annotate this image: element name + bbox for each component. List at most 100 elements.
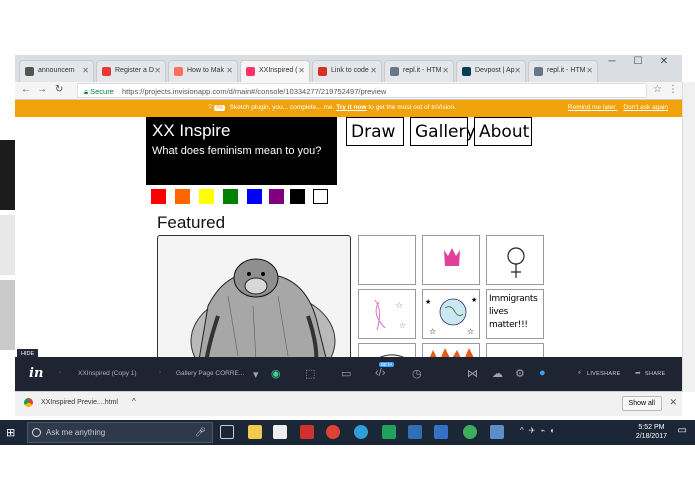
close-tab-icon[interactable]: ✕ <box>442 66 449 75</box>
gallery-thumbnail[interactable]: Immigrants lives matter!!! <box>486 289 544 339</box>
featured-gorilla-drawing[interactable] <box>157 235 351 357</box>
vertical-scrollbar[interactable] <box>682 82 695 392</box>
build-mode-icon[interactable]: ⬚ <box>305 367 315 380</box>
tab-label: Register a D <box>115 67 154 74</box>
preview-eye-icon[interactable]: ◉ <box>271 367 281 380</box>
browser-tab-active[interactable]: XXInspired ( ✕ <box>240 60 310 82</box>
color-swatch-white[interactable] <box>313 189 328 204</box>
chevron-up-icon[interactable]: ^ <box>132 397 136 406</box>
color-swatch-black[interactable] <box>290 189 305 204</box>
gallery-thumbnail[interactable]: ☆ ☆ ★ ★ <box>422 289 480 339</box>
left-edge-background <box>0 215 15 275</box>
browser-tab[interactable]: repl.it - HTM ✕ <box>528 60 598 82</box>
liveshare-button[interactable]: LIVESHARE <box>587 371 621 377</box>
browser-tab[interactable]: How to Mak ✕ <box>168 60 238 82</box>
status-dot-icon[interactable]: ● <box>539 367 546 379</box>
remind-later-link[interactable]: Remind me later <box>568 104 616 111</box>
store-icon[interactable] <box>273 425 287 439</box>
gallery-thumbnail[interactable] <box>422 343 480 357</box>
gallery-thumbnail[interactable] <box>486 235 544 285</box>
inspect-code-icon[interactable]: ‹/› <box>375 367 385 379</box>
browser-tab[interactable]: Link to code ✕ <box>312 60 382 82</box>
close-tab-icon[interactable]: ✕ <box>82 66 89 75</box>
nav-about-link[interactable]: About <box>474 117 532 146</box>
page-breadcrumb[interactable]: Gallery Page CORRE... <box>176 370 244 377</box>
back-arrow-icon[interactable]: ← <box>21 84 31 95</box>
settings-gear-icon[interactable]: ⚙ <box>515 367 525 380</box>
close-tab-icon[interactable]: ✕ <box>298 66 305 75</box>
history-icon[interactable]: ◷ <box>412 367 422 380</box>
taskbar-app-icon[interactable] <box>382 425 396 439</box>
browser-tab-bar: announcem ✕ Register a D ✕ How to Mak ✕ … <box>15 55 682 82</box>
close-tab-icon[interactable]: ✕ <box>226 66 233 75</box>
url-input[interactable]: 🔒︎ Secure https://projects.invisionapp.c… <box>77 83 647 98</box>
taskbar-app-icon[interactable] <box>463 425 477 439</box>
color-swatch-blue[interactable] <box>247 189 262 204</box>
task-view-icon[interactable] <box>220 425 234 439</box>
ribbon-stars-drawing: ☆☆ <box>374 299 406 331</box>
taskbar-app-icon[interactable] <box>434 425 448 439</box>
color-swatch-orange[interactable] <box>175 189 190 204</box>
svg-text:☆: ☆ <box>429 327 436 336</box>
prototype-canvas: XX Inspire What does feminism mean to yo… <box>15 117 682 357</box>
browser-tab[interactable]: repl.it - HTM ✕ <box>384 60 454 82</box>
cortana-circle-icon <box>32 428 41 437</box>
clock[interactable]: 5:52 PM 2/18/2017 <box>636 423 667 441</box>
nav-gallery-link[interactable]: Gallery <box>410 117 476 146</box>
share-nodes-icon[interactable]: ⋈ <box>467 367 478 380</box>
gallery-thumbnail[interactable] <box>422 235 480 285</box>
dont-ask-again-link[interactable]: Don't ask again <box>623 104 668 111</box>
gallery-thumbnail[interactable] <box>358 235 416 285</box>
file-explorer-icon[interactable] <box>248 425 262 439</box>
chevron-down-icon[interactable]: ▾ <box>253 368 259 381</box>
show-all-button[interactable]: Show all <box>621 396 662 411</box>
secure-label: Secure <box>90 87 114 96</box>
windows-start-icon[interactable]: ⊞ <box>6 426 15 439</box>
close-shelf-icon[interactable]: ✕ <box>669 397 677 408</box>
banner-text: Sketch plugin, you... complete... me. <box>229 104 335 111</box>
share-button[interactable]: SHARE <box>645 371 665 377</box>
color-swatch-red[interactable] <box>151 189 166 204</box>
site-subtitle: What does feminism mean to you? <box>152 145 322 157</box>
color-swatch-green[interactable] <box>223 189 238 204</box>
download-item[interactable]: XXInspired Previe....html ^ <box>24 397 136 407</box>
browser-tab[interactable]: Register a D ✕ <box>96 60 166 82</box>
system-tray-icons[interactable]: ^✈⌁◐ <box>520 426 560 435</box>
maximize-icon[interactable]: ☐ <box>625 56 651 67</box>
nav-draw-link[interactable]: Draw <box>346 117 404 146</box>
gallery-thumbnail[interactable] <box>486 343 544 357</box>
bookmark-star-icon[interactable]: ☆ <box>653 84 662 95</box>
photos-icon[interactable] <box>490 425 504 439</box>
office-icon[interactable] <box>300 425 314 439</box>
taskbar-app-icon[interactable] <box>408 425 422 439</box>
menu-dots-icon[interactable]: ⋮ <box>668 84 678 95</box>
gallery-thumbnail[interactable]: ☆ ☆ <box>358 289 416 339</box>
color-swatch-yellow[interactable] <box>199 189 214 204</box>
beta-badge: BETA <box>379 362 395 367</box>
close-tab-icon[interactable]: ✕ <box>154 66 161 75</box>
browser-tab[interactable]: Devpost | Ap ✕ <box>456 60 526 82</box>
reload-icon[interactable]: ↻ <box>55 84 63 95</box>
tab-favicon-icon <box>318 67 327 76</box>
comment-icon[interactable]: ▭ <box>341 367 351 380</box>
microphone-icon[interactable]: 🎤︎ <box>195 427 206 438</box>
close-tab-icon[interactable]: ✕ <box>514 66 521 75</box>
project-breadcrumb[interactable]: XXInspired (Copy 1) <box>78 370 137 377</box>
cloud-icon[interactable]: ☁ <box>492 367 503 380</box>
forward-arrow-icon[interactable]: → <box>37 84 47 95</box>
close-tab-icon[interactable]: ✕ <box>370 66 377 75</box>
cortana-search-box[interactable]: Ask me anything 🎤︎ <box>27 422 213 443</box>
invision-toolbar: in › XXInspired (Copy 1) › Gallery Page … <box>15 357 682 391</box>
svg-text:☆: ☆ <box>467 327 474 336</box>
chrome-taskbar-icon[interactable] <box>326 425 340 439</box>
notifications-icon[interactable]: ▭ <box>678 425 687 436</box>
taskbar-app-icon[interactable] <box>354 425 368 439</box>
color-swatch-purple[interactable] <box>269 189 284 204</box>
close-tab-icon[interactable]: ✕ <box>586 66 593 75</box>
invision-logo-icon[interactable]: in <box>29 366 43 381</box>
gallery-thumbnail[interactable] <box>358 343 416 357</box>
close-window-icon[interactable]: ✕ <box>651 56 677 67</box>
minimize-icon[interactable]: ─ <box>599 56 625 67</box>
browser-tab[interactable]: announcem ✕ <box>19 60 94 82</box>
try-it-now-link[interactable]: Try it now <box>336 104 366 111</box>
